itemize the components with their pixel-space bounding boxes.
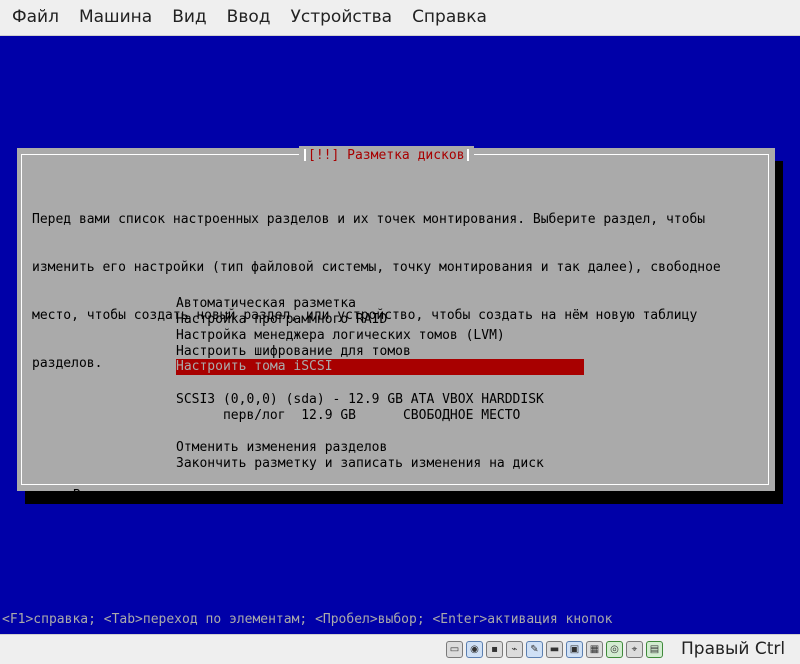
menu-view[interactable]: Вид	[162, 0, 216, 35]
display-icon[interactable]: ▣	[566, 641, 583, 658]
menu-help[interactable]: Справка	[402, 0, 497, 35]
description-line: Перед вами список настроенных разделов и…	[32, 212, 706, 227]
vm-screen[interactable]: [!!] Разметка дисков Перед вами список н…	[0, 36, 800, 609]
floppy-icon[interactable]: ▪	[486, 641, 503, 658]
back-button[interactable]: <Вернуться>	[65, 488, 151, 504]
menu-input[interactable]: Ввод	[217, 0, 281, 35]
device-icons: ▭ ◉ ▪ ⌁ ✎ ▬ ▣ ▦ ◎ ⌖ ▤	[446, 641, 663, 658]
dialog-title: [!!] Разметка дисков	[308, 147, 465, 163]
recording-icon[interactable]: ▦	[586, 641, 603, 658]
vbox-status-bar: ▭ ◉ ▪ ⌁ ✎ ▬ ▣ ▦ ◎ ⌖ ▤ Правый Ctrl	[0, 634, 800, 664]
cpu-icon[interactable]: ▤	[646, 641, 663, 658]
option-software-raid[interactable]: Настройка программного RAID	[176, 312, 584, 328]
dialog-title-box: [!!] Разметка дисков	[299, 146, 474, 164]
menu-bar: Файл Машина Вид Ввод Устройства Справка	[0, 0, 800, 36]
folder-icon[interactable]: ▬	[546, 641, 563, 658]
menu-machine[interactable]: Машина	[69, 0, 162, 35]
menu-file[interactable]: Файл	[0, 0, 69, 35]
help-text: <F1>справка; <Tab>переход по элементам; …	[2, 612, 613, 627]
option-iscsi-selected[interactable]: Настроить тома iSCSI	[176, 359, 584, 375]
option-encryption[interactable]: Настроить шифрование для томов	[176, 344, 584, 360]
option-undo-changes[interactable]: Отменить изменения разделов	[176, 440, 584, 456]
option-finish-partitioning[interactable]: Закончить разметку и записать изменения …	[176, 456, 584, 472]
title-bar-left	[304, 149, 306, 161]
disk-device-row[interactable]: SCSI3 (0,0,0) (sda) - 12.9 GB ATA VBOX H…	[176, 392, 584, 408]
pen-icon[interactable]: ✎	[526, 641, 543, 658]
menu-devices[interactable]: Устройства	[281, 0, 403, 35]
network-icon[interactable]: ◎	[606, 641, 623, 658]
description-line: изменить его настройки (тип файловой сис…	[32, 260, 721, 275]
title-bar-right	[466, 149, 469, 161]
partition-dialog: [!!] Разметка дисков Перед вами список н…	[17, 146, 775, 503]
option-auto-partition[interactable]: Автоматическая разметка	[176, 296, 584, 312]
optical-disc-icon[interactable]: ◉	[466, 641, 483, 658]
option-lvm[interactable]: Настройка менеджера логических томов (LV…	[176, 328, 584, 344]
free-space-row[interactable]: перв/лог 12.9 GB СВОБОДНОЕ МЕСТО	[176, 408, 584, 424]
mouse-integration-icon[interactable]: ⌖	[626, 641, 643, 658]
host-key-label: Правый Ctrl	[681, 639, 786, 659]
hdd-icon[interactable]: ▭	[446, 641, 463, 658]
installer-help-line: <F1>справка; <Tab>переход по элементам; …	[0, 610, 800, 630]
usb-icon[interactable]: ⌁	[506, 641, 523, 658]
